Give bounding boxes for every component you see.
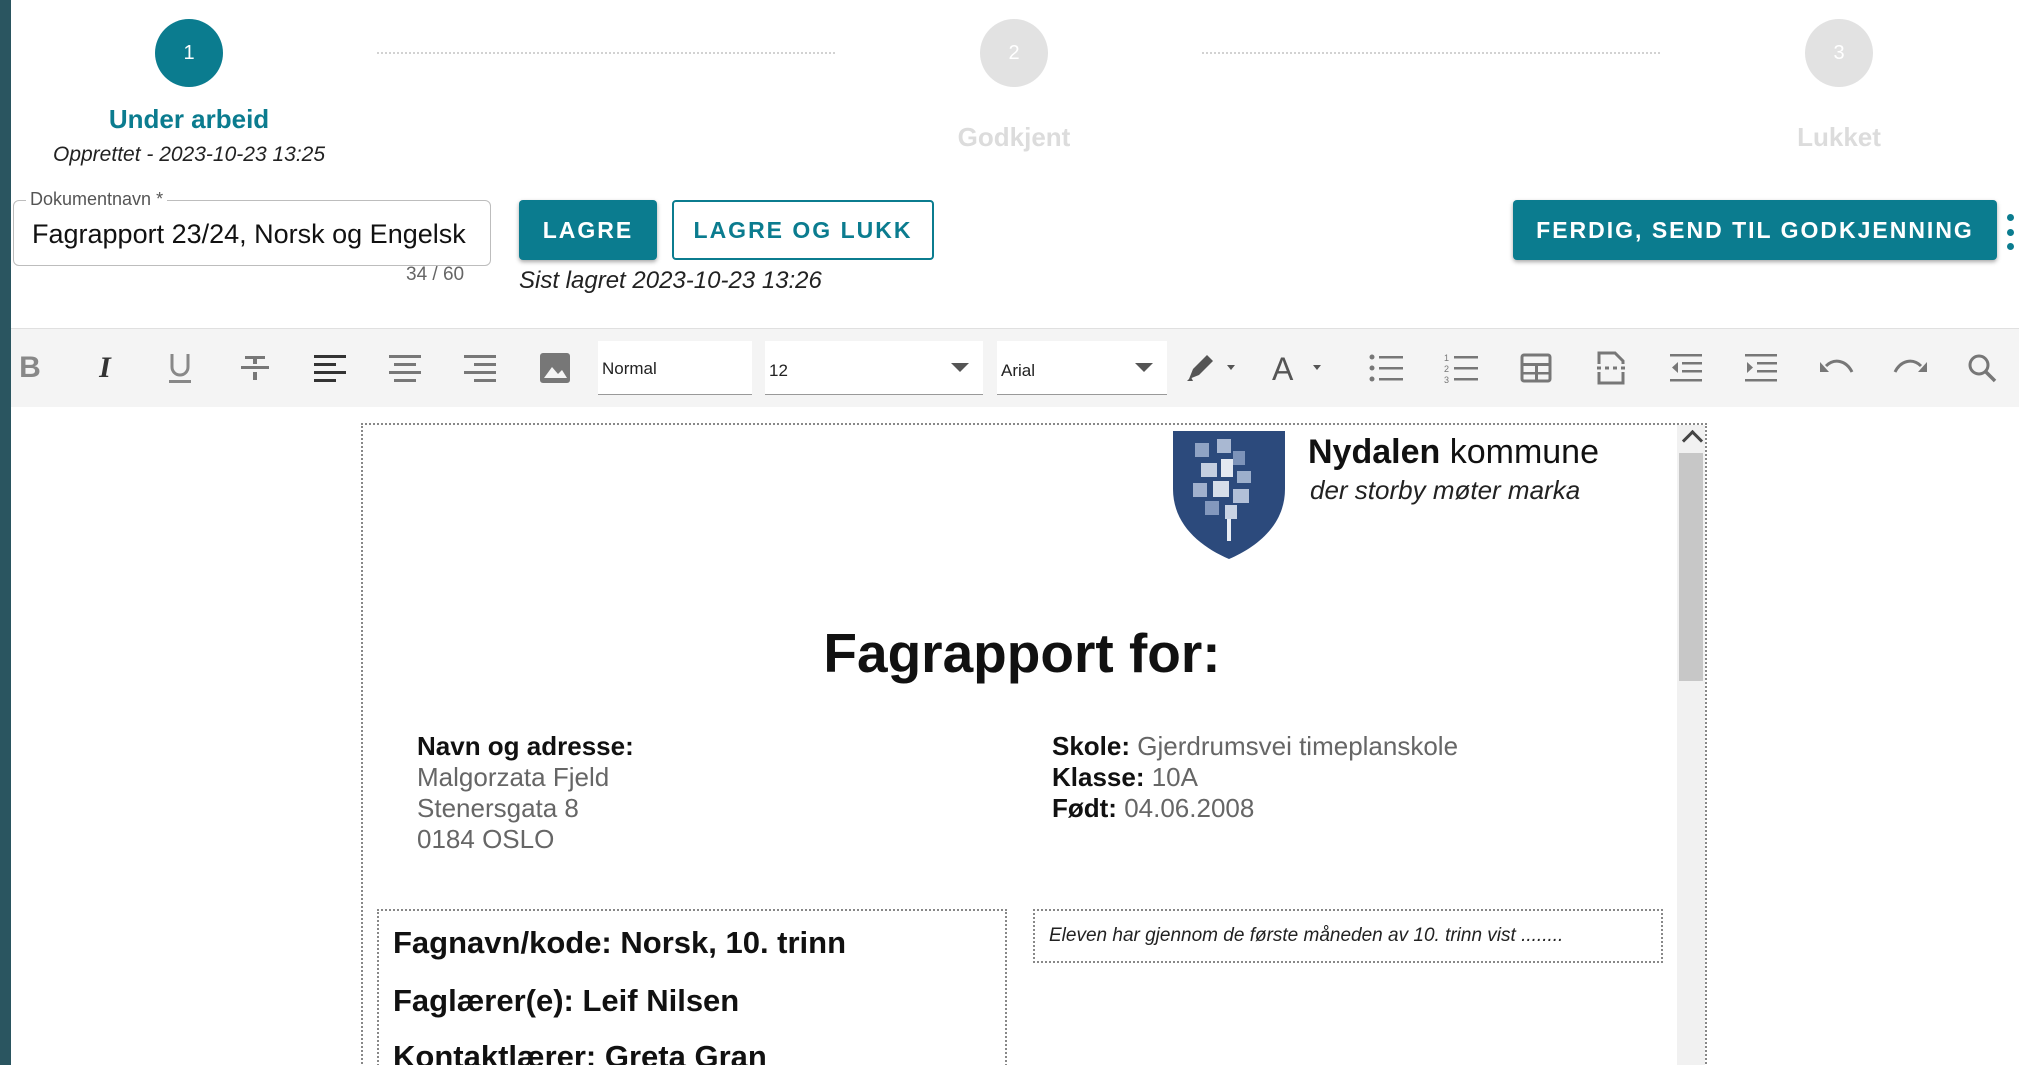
step-2-label: Godkjent bbox=[957, 122, 1071, 152]
student-name: Malgorzata Fjeld bbox=[417, 762, 610, 792]
coat-of-arms-logo bbox=[1173, 431, 1285, 559]
bold-icon[interactable]: B bbox=[11, 347, 51, 389]
document-page[interactable]: Nydalen kommune der storby møter marka F… bbox=[361, 423, 1707, 1065]
teacher-line: Faglærer(e): Leif Nilsen bbox=[393, 983, 740, 1018]
font-size-value: 12 bbox=[769, 361, 788, 380]
document-scrollbar[interactable] bbox=[1677, 425, 1705, 1065]
student-info: Navn og adresse: Malgorzata Fjeld Stener… bbox=[417, 731, 634, 855]
subject-box[interactable]: Fagnavn/kode: Norsk, 10. trinn Faglærer(… bbox=[377, 909, 1007, 1065]
undo-icon[interactable] bbox=[1815, 347, 1857, 389]
school-line: Skole: Gjerdrumsvei timeplanskole bbox=[1052, 731, 1459, 761]
table-icon[interactable] bbox=[1515, 347, 1557, 389]
step-3-circle[interactable]: 3 bbox=[1805, 19, 1873, 87]
document-editor[interactable]: Nydalen kommune der storby møter marka F… bbox=[11, 407, 2019, 1065]
scrollbar-thumb[interactable] bbox=[1679, 453, 1703, 681]
step-connector-1 bbox=[377, 52, 835, 54]
font-color-icon[interactable]: A bbox=[1269, 347, 1329, 389]
step-2-circle[interactable]: 2 bbox=[980, 19, 1048, 87]
student-city: 0184 OSLO bbox=[417, 824, 555, 854]
document-name-input[interactable] bbox=[32, 219, 480, 250]
editor-toolbar: B I Normal 12 Arial A 1 2 3 bbox=[11, 328, 2019, 408]
svg-text:1: 1 bbox=[1444, 353, 1449, 363]
last-saved-text: Sist lagret 2023-10-23 13:26 bbox=[519, 267, 822, 294]
step-3-label: Lukket bbox=[1797, 122, 1881, 152]
chevron-down-icon bbox=[951, 363, 969, 372]
address-label: Navn og adresse: bbox=[417, 731, 634, 761]
outdent-icon[interactable] bbox=[1665, 347, 1707, 389]
svg-text:A: A bbox=[1272, 351, 1294, 385]
indent-icon[interactable] bbox=[1740, 347, 1782, 389]
font-family-select[interactable]: Arial bbox=[997, 341, 1167, 395]
italic-icon[interactable]: I bbox=[84, 347, 126, 389]
image-icon[interactable] bbox=[534, 347, 576, 389]
born-line: Født: 04.06.2008 bbox=[1052, 793, 1255, 823]
page-break-icon[interactable] bbox=[1590, 347, 1632, 389]
paragraph-style-value: Normal bbox=[602, 359, 657, 378]
font-size-select[interactable]: 12 bbox=[765, 341, 983, 395]
step-1-subtitle: Opprettet - 2023-10-23 13:25 bbox=[52, 143, 326, 166]
subject-line: Fagnavn/kode: Norsk, 10. trinn bbox=[393, 925, 847, 960]
comment-text: Eleven har gjennom de første måneden av … bbox=[1049, 925, 1564, 946]
redo-icon[interactable] bbox=[1890, 347, 1932, 389]
align-right-icon[interactable] bbox=[459, 347, 501, 389]
character-counter: 34 / 60 bbox=[406, 264, 465, 285]
step-connector-2 bbox=[1202, 52, 1660, 54]
save-and-close-button[interactable]: LAGRE OG LUKK bbox=[672, 200, 934, 260]
save-button[interactable]: LAGRE bbox=[519, 200, 657, 260]
send-for-approval-button[interactable]: FERDIG, SEND TIL GODKJENNING bbox=[1513, 200, 1997, 260]
svg-text:3: 3 bbox=[1444, 375, 1449, 384]
underline-icon[interactable] bbox=[159, 347, 201, 389]
font-family-value: Arial bbox=[1001, 361, 1036, 380]
step-1-circle[interactable]: 1 bbox=[155, 19, 223, 87]
align-center-icon[interactable] bbox=[384, 347, 426, 389]
scroll-up-icon[interactable] bbox=[1681, 429, 1704, 452]
paragraph-style-select[interactable]: Normal bbox=[598, 341, 752, 395]
school-info: Skole: Gjerdrumsvei timeplanskole Klasse… bbox=[1052, 731, 1458, 824]
organization-tagline: der storby møter marka bbox=[1310, 475, 1581, 505]
app-window: 1 Under arbeid Opprettet - 2023-10-23 13… bbox=[11, 0, 2019, 1065]
document-name-label: Dokumentnavn * bbox=[26, 189, 168, 210]
class-line: Klasse: 10A bbox=[1052, 762, 1198, 792]
step-1-label: Under arbeid bbox=[108, 104, 270, 134]
numbered-list-icon[interactable]: 123 bbox=[1440, 347, 1482, 389]
search-icon[interactable] bbox=[1961, 347, 2003, 389]
highlight-icon[interactable] bbox=[1183, 347, 1243, 389]
chevron-down-icon bbox=[1135, 363, 1153, 372]
organization-name: Nydalen kommune bbox=[1308, 433, 1599, 471]
report-title: Fagrapport for: bbox=[823, 622, 1221, 684]
bullet-list-icon[interactable] bbox=[1365, 347, 1407, 389]
strikethrough-icon[interactable] bbox=[234, 347, 276, 389]
more-options-icon[interactable] bbox=[2007, 214, 2015, 250]
comment-box[interactable]: Eleven har gjennom de første måneden av … bbox=[1033, 909, 1663, 963]
align-left-icon[interactable] bbox=[309, 347, 351, 389]
svg-text:2: 2 bbox=[1444, 364, 1449, 374]
document-name-field[interactable]: Dokumentnavn * bbox=[13, 189, 491, 266]
student-street: Stenersgata 8 bbox=[417, 793, 579, 823]
contact-teacher-line: Kontaktlærer: Greta Gran bbox=[393, 1039, 767, 1065]
